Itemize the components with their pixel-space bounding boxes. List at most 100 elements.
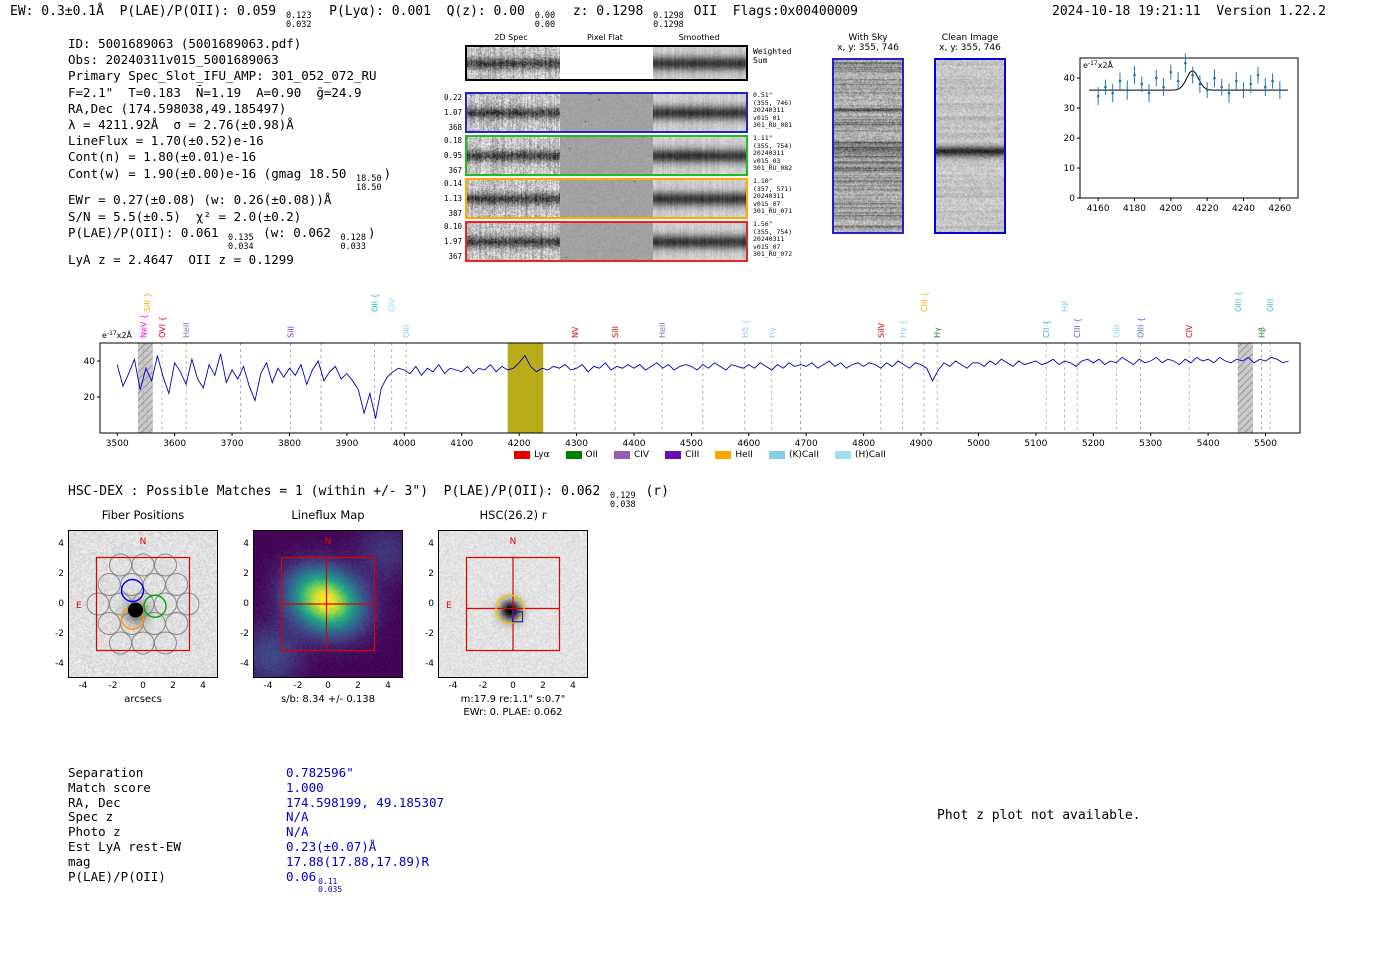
data-point: [1191, 74, 1194, 77]
x-tick-label: 3500: [106, 439, 129, 449]
info-line: P(LAE)/P(OII): 0.061 0.1350.034 (w: 0.06…: [68, 225, 391, 252]
legend-item: Lyα: [514, 450, 549, 460]
compass-north-label: N: [140, 537, 147, 547]
photz-note: Phot z plot not available.: [937, 808, 1141, 823]
x-tick-label: 4400: [623, 439, 646, 449]
y-tick-label: 2: [46, 569, 64, 579]
x-tick-label: -2: [286, 681, 310, 691]
match-row-label: P(LAE)/P(OII): [68, 870, 286, 895]
line-marker-label: Hγ {: [899, 320, 908, 338]
cutout-caption: EWr: 0. PLAE: 0.062: [403, 707, 623, 718]
white-image: [560, 47, 653, 79]
legend-label: CIV: [634, 450, 649, 460]
line-marker-label: OIII {: [1136, 317, 1145, 338]
data-point: [1126, 89, 1129, 92]
info-line: Primary Spec_Slot_IFU_AMP: 301_052_072_R…: [68, 68, 391, 84]
spectrum-legend: LyαOIICIVCIIIHeII(K)CaII(H)CaII: [0, 450, 1400, 460]
legend-item: (K)CaII: [769, 450, 819, 460]
x-tick-label: 4: [561, 681, 585, 691]
stacked-uncertainty: 0.12980.1298: [653, 12, 684, 30]
cutout-title: HSC(26.2) r: [418, 508, 608, 522]
x-tick-label: 4600: [737, 439, 760, 449]
info-line: EWr = 0.27(±0.08) (w: 0.26(±0.08))Å: [68, 192, 391, 208]
info-line: ID: 5001689063 (5001689063.pdf): [68, 36, 391, 52]
y-tick-label: 20: [1064, 134, 1076, 144]
data-point: [1199, 83, 1202, 86]
cutout-title: Fiber Positions: [48, 508, 238, 522]
compass-north-label: N: [325, 537, 332, 547]
y-tick-label: 0: [1069, 194, 1075, 204]
spec-image: [467, 47, 560, 79]
y-tick-label: 2: [231, 569, 249, 579]
compass-east-label: E: [76, 601, 82, 611]
data-point: [1140, 83, 1143, 86]
data-point: [1257, 74, 1260, 77]
data-point: [1148, 92, 1151, 95]
y-tick-label: 4: [46, 539, 64, 549]
match-table-row: Photo zN/A: [68, 825, 444, 840]
y-tick-label: -2: [416, 629, 434, 639]
data-point: [1242, 89, 1245, 92]
info-line: Cont(n) = 1.80(±0.01)e-16: [68, 149, 391, 165]
x-tick-label: -2: [101, 681, 125, 691]
y-tick-label: 20: [84, 393, 96, 403]
header-summary: EW: 0.3±0.1Å P(LAE)/P(OII): 0.059 0.1230…: [10, 4, 858, 30]
legend-label: (K)CaII: [789, 450, 819, 460]
cutout-title: Lineflux Map: [233, 508, 423, 522]
match-table: Separation0.782596"Match score1.000RA, D…: [68, 766, 444, 894]
hsc-match-summary: HSC-DEX : Possible Matches = 1 (within +…: [68, 484, 669, 510]
x-tick-label: 3700: [221, 439, 244, 449]
data-point: [1162, 86, 1165, 89]
clean-image: [934, 58, 1006, 234]
match-row-value: 0.060.110.035: [286, 870, 344, 895]
legend-swatch: [835, 451, 851, 459]
y-tick-label: 2: [416, 569, 434, 579]
legend-label: Lyα: [534, 450, 549, 460]
col-header-2dspec: 2D Spec: [471, 33, 551, 42]
data-point: [1119, 80, 1122, 83]
data-point: [1228, 92, 1231, 95]
full-spectrum-plot: NeV {SiII }OVI {HeIISiIIOII {CIVOIIINVSi…: [60, 266, 1310, 466]
match-aperture-circle: [496, 595, 524, 623]
legend-swatch: [665, 451, 681, 459]
stacked-uncertainty: 0.000.00: [535, 12, 555, 30]
data-point: [1206, 89, 1209, 92]
x-tick-label: 4240: [1232, 204, 1255, 214]
match-row-label: RA, Dec: [68, 796, 286, 811]
weighted-sum-label: Weighted Sum: [753, 47, 792, 65]
x-tick-label: 4000: [393, 439, 416, 449]
data-point: [1170, 71, 1173, 74]
spec2d-row-stats: 0.180.95367: [436, 137, 462, 174]
spec2d-row-stats: 0.101.97367: [436, 223, 462, 260]
line-marker-label: Hβ: [1061, 301, 1070, 312]
axis-unit-label: e-17x2Å: [1083, 59, 1114, 70]
match-table-row: RA, Dec174.598199, 49.185307: [68, 796, 444, 811]
with-sky-coords: x, y: 355, 746: [828, 43, 908, 53]
x-tick-label: 3800: [278, 439, 301, 449]
smooth-image: [653, 223, 746, 260]
x-tick-label: 4100: [450, 439, 473, 449]
cutout-overlay: N: [253, 530, 403, 678]
line-fit-plot: 010203040416041804200422042404260e-17x2Å: [1040, 46, 1310, 226]
x-tick-label: 5500: [1254, 439, 1277, 449]
x-tick-label: 3600: [163, 439, 186, 449]
line-marker-label: OIII: [402, 325, 411, 338]
line-marker-label: SiII: [611, 326, 620, 338]
match-row-value: 0.23(±0.07)Å: [286, 840, 376, 855]
line-marker-label: CIII {: [1073, 318, 1082, 338]
y-tick-label: 0: [231, 599, 249, 609]
line-marker-label: OIII: [1112, 325, 1121, 338]
data-point: [1133, 74, 1136, 77]
x-tick-label: 5100: [1024, 439, 1047, 449]
x-tick-label: 0: [316, 681, 340, 691]
match-row-value: 0.782596": [286, 766, 354, 781]
y-tick-label: -2: [231, 629, 249, 639]
data-point: [1271, 80, 1274, 83]
clean-image-title: Clean Image: [930, 33, 1010, 43]
spec-image: [467, 223, 560, 260]
header-timestamp-version: 2024-10-18 19:21:11 Version 1.22.2: [1052, 4, 1326, 19]
info-line: RA,Dec (174.598038,49.185497): [68, 101, 391, 117]
info-line: Cont(w) = 1.90(±0.00)e-16 (gmag 18.50 18…: [68, 166, 391, 193]
weighted-sum-box: [465, 45, 748, 81]
col-header-pixelflat: Pixel Flat: [565, 33, 645, 42]
